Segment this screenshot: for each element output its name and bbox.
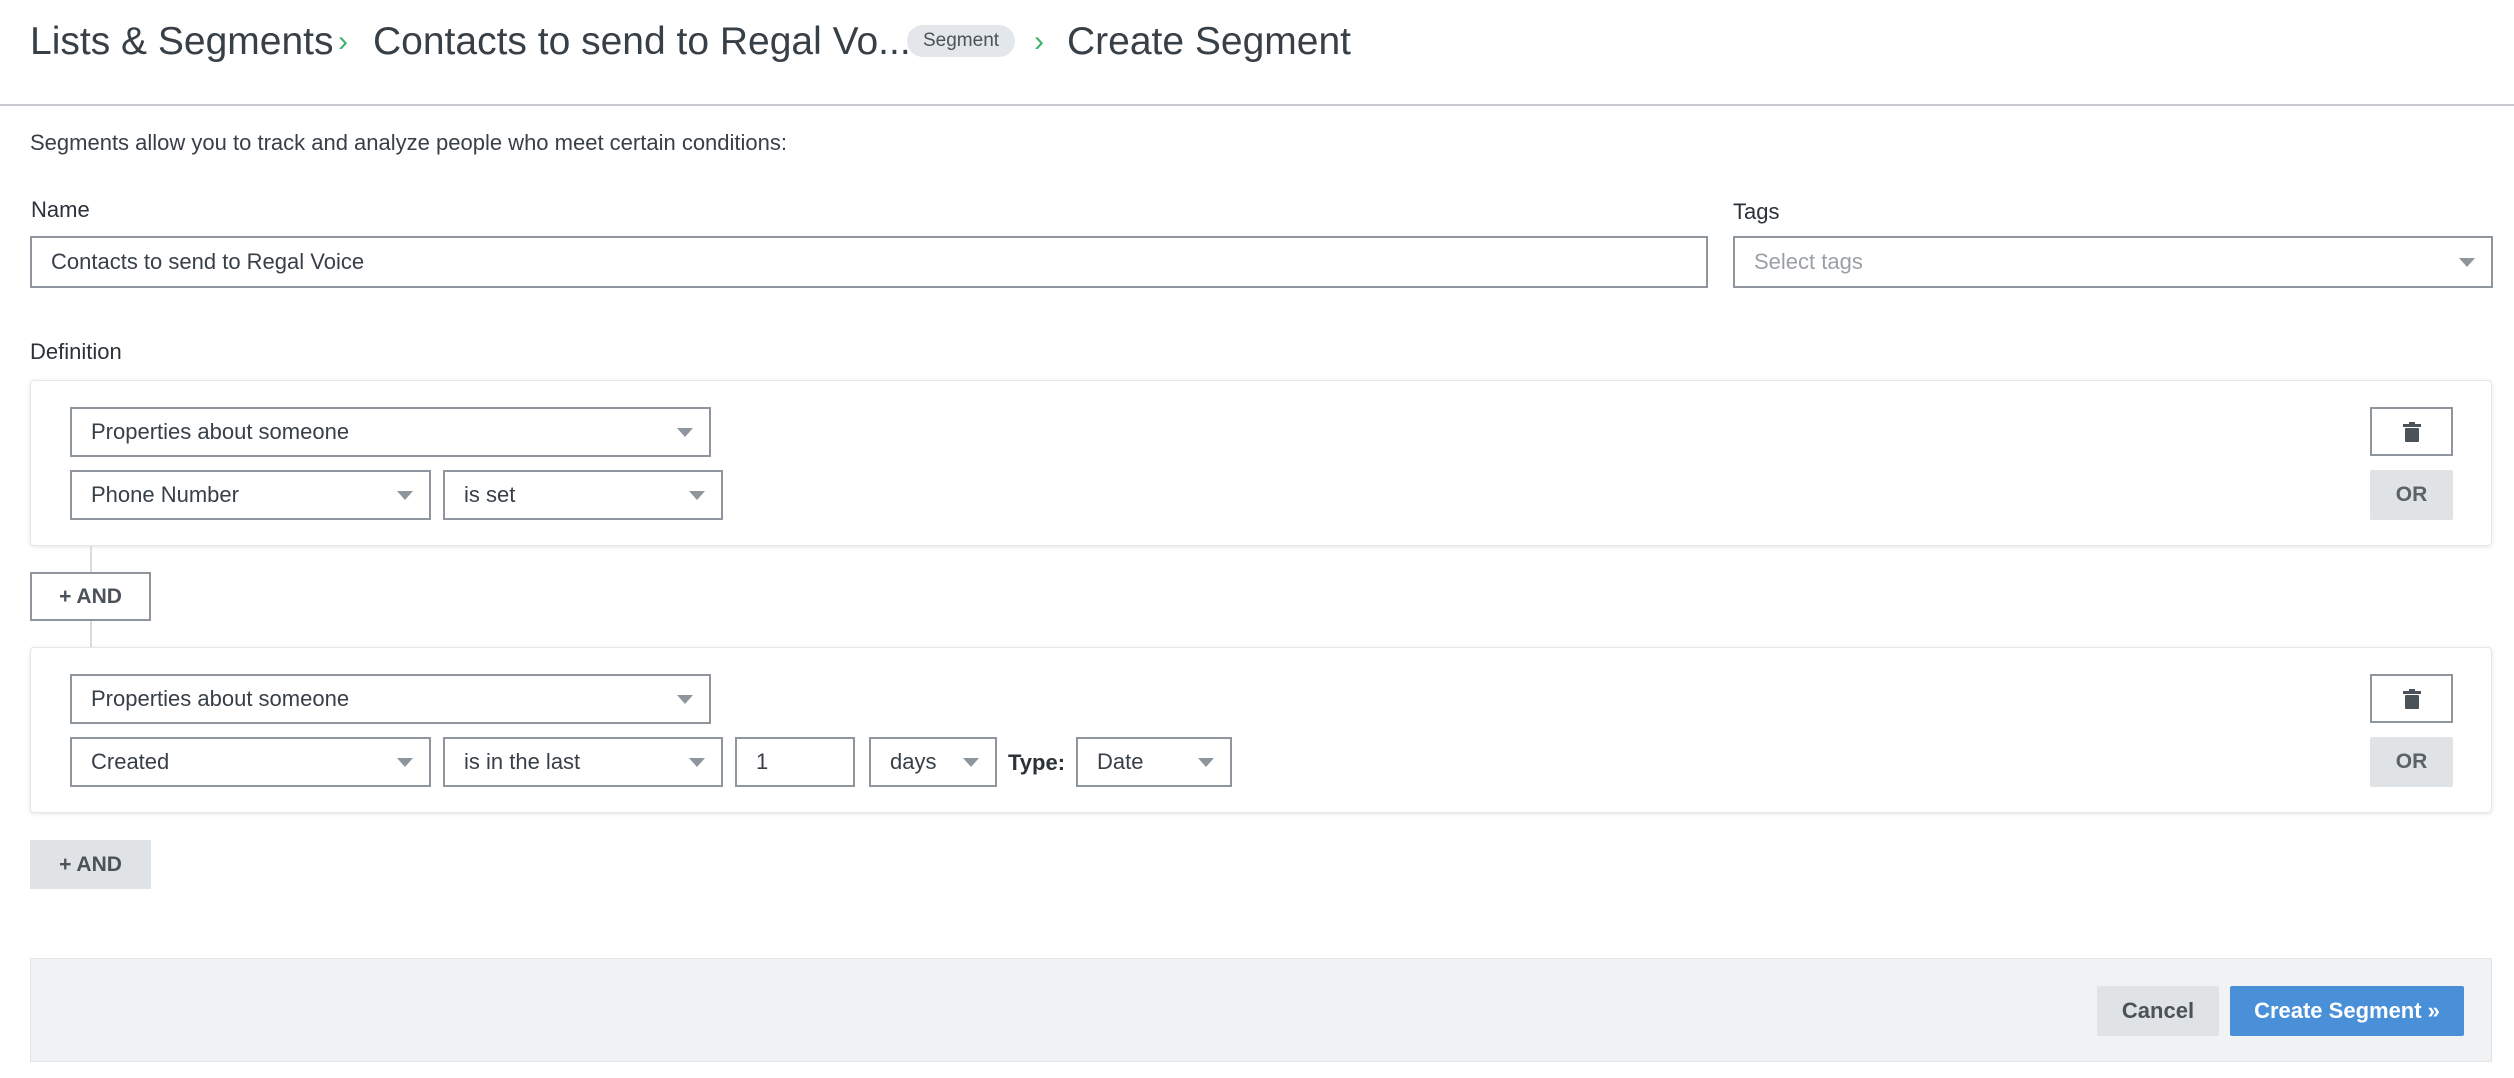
delete-condition-button[interactable]	[2370, 674, 2453, 723]
caret-down-icon	[677, 428, 693, 437]
operator-select[interactable]: is in the last	[443, 737, 723, 787]
caret-down-icon	[689, 758, 705, 767]
caret-down-icon	[397, 758, 413, 767]
or-button[interactable]: OR	[2370, 737, 2453, 787]
condition-card: Properties about someone Created is in t…	[30, 647, 2492, 813]
property-select[interactable]: Created	[70, 737, 431, 787]
and-button[interactable]: + AND	[30, 840, 151, 889]
header-divider	[0, 104, 2514, 106]
intro-text: Segments allow you to track and analyze …	[30, 130, 787, 155]
value-input[interactable]: 1	[735, 737, 855, 787]
delete-condition-button[interactable]	[2370, 407, 2453, 456]
name-label: Name	[31, 197, 90, 222]
operator-value: is set	[464, 482, 516, 507]
trash-icon	[2402, 421, 2421, 442]
chevron-right-icon: ›	[338, 25, 348, 58]
property-value: Phone Number	[91, 482, 239, 507]
caret-down-icon	[677, 695, 693, 704]
page-title: Create Segment	[1067, 20, 1351, 63]
definition-label: Definition	[30, 339, 122, 364]
and-button[interactable]: + AND	[30, 572, 151, 621]
operator-select[interactable]: is set	[443, 470, 723, 520]
and-connector	[90, 546, 92, 572]
value-type-select[interactable]: Date	[1076, 737, 1232, 787]
condition-type-value: Properties about someone	[91, 686, 350, 711]
trash-icon	[2402, 688, 2421, 709]
unit-select[interactable]: days	[869, 737, 997, 787]
caret-down-icon	[689, 491, 705, 500]
value-input-value: 1	[756, 749, 769, 774]
tags-placeholder: Select tags	[1754, 249, 1863, 274]
segment-badge: Segment	[907, 25, 1016, 57]
name-input[interactable]: Contacts to send to Regal Voice	[30, 236, 1708, 288]
cancel-button[interactable]: Cancel	[2097, 986, 2219, 1036]
condition-type-select[interactable]: Properties about someone	[70, 407, 711, 457]
condition-type-value: Properties about someone	[91, 419, 350, 444]
and-connector	[90, 620, 92, 647]
property-value: Created	[91, 749, 170, 774]
type-label: Type:	[1008, 750, 1066, 775]
create-segment-button[interactable]: Create Segment »	[2230, 986, 2464, 1036]
caret-down-icon	[397, 491, 413, 500]
tags-label: Tags	[1733, 199, 1780, 224]
operator-value: is in the last	[464, 749, 581, 774]
condition-card: Properties about someone Phone Number is…	[30, 380, 2492, 546]
or-button[interactable]: OR	[2370, 470, 2453, 520]
tags-select[interactable]: Select tags	[1733, 236, 2493, 288]
chevron-right-icon: ›	[1034, 25, 1044, 58]
form-footer: Cancel Create Segment »	[30, 958, 2492, 1062]
caret-down-icon	[963, 758, 979, 767]
breadcrumb-list-name[interactable]: Contacts to send to Regal Vo...	[373, 18, 911, 66]
condition-type-select[interactable]: Properties about someone	[70, 674, 711, 724]
unit-value: days	[890, 749, 937, 774]
create-segment-page: Lists & Segments › Contacts to send to R…	[0, 0, 2514, 1078]
name-input-value: Contacts to send to Regal Voice	[51, 249, 365, 274]
property-select[interactable]: Phone Number	[70, 470, 431, 520]
caret-down-icon	[2459, 258, 2475, 267]
breadcrumb-lists-segments[interactable]: Lists & Segments	[30, 18, 333, 66]
value-type-value: Date	[1097, 749, 1144, 774]
caret-down-icon	[1198, 758, 1214, 767]
